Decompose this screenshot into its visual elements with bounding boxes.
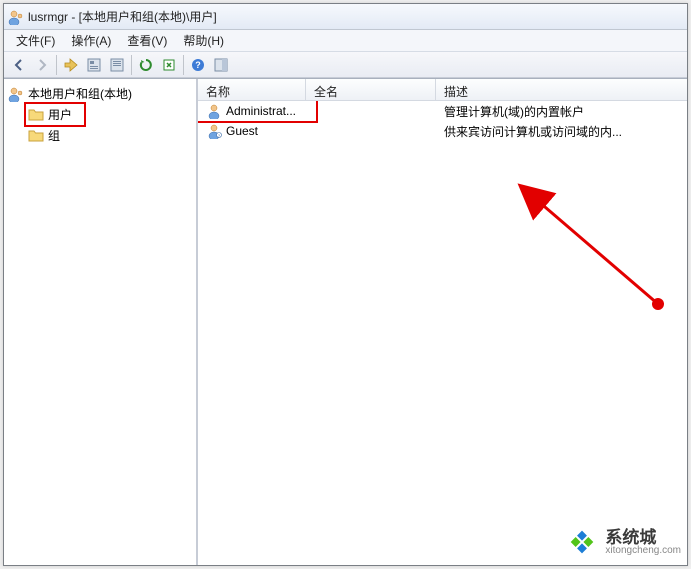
toolbar: ?: [4, 52, 687, 78]
toolbar-separator: [131, 55, 132, 75]
toolbar-separator: [183, 55, 184, 75]
tree-pane: 本地用户和组(本地) 用户 组: [4, 79, 198, 565]
tree-groups-label: 组: [48, 127, 60, 144]
app-icon: [8, 9, 24, 25]
tree-root[interactable]: 本地用户和组(本地): [6, 83, 194, 104]
watermark-title: 系统城: [605, 529, 681, 546]
tree-users[interactable]: 用户: [26, 104, 84, 125]
users-groups-icon: [8, 86, 24, 102]
window-title: lusrmgr - [本地用户和组(本地)\用户]: [28, 8, 681, 25]
row-name: Administrat...: [226, 104, 296, 118]
watermark: 系统城 xitongcheng.com: [565, 525, 681, 559]
forward-button[interactable]: [31, 54, 53, 76]
menu-view[interactable]: 查看(V): [119, 29, 175, 52]
watermark-icon: [565, 525, 599, 559]
column-desc[interactable]: 描述: [436, 79, 687, 100]
list-rows: Administrat... 管理计算机(域)的内置帐户 ?: [198, 101, 687, 565]
export-button[interactable]: [106, 54, 128, 76]
row-desc: 管理计算机(域)的内置帐户: [436, 101, 687, 122]
svg-text:?: ?: [195, 60, 201, 70]
properties-button[interactable]: [83, 54, 105, 76]
titlebar: lusrmgr - [本地用户和组(本地)\用户]: [4, 4, 687, 30]
menu-action[interactable]: 操作(A): [63, 29, 119, 52]
column-name[interactable]: 名称: [198, 79, 306, 100]
menu-help[interactable]: 帮助(H): [175, 29, 232, 52]
tree-users-label: 用户: [48, 106, 72, 123]
list-row[interactable]: ? Guest 供来宾访问计算机或访问域的内...: [198, 121, 687, 141]
folder-icon: [28, 107, 44, 123]
row-name: Guest: [226, 124, 258, 138]
up-button[interactable]: [60, 54, 82, 76]
refresh-button[interactable]: [135, 54, 157, 76]
row-fullname: [316, 109, 436, 113]
user-icon: [206, 103, 222, 119]
tree-root-label: 本地用户和组(本地): [28, 85, 132, 102]
menubar: 文件(F) 操作(A) 查看(V) 帮助(H): [4, 30, 687, 52]
list-row[interactable]: Administrat... 管理计算机(域)的内置帐户: [198, 101, 687, 121]
list-header: 名称 全名 描述: [198, 79, 687, 101]
help-button[interactable]: ?: [187, 54, 209, 76]
action-pane-button[interactable]: [210, 54, 232, 76]
main-window: lusrmgr - [本地用户和组(本地)\用户] 文件(F) 操作(A) 查看…: [3, 3, 688, 566]
user-icon: ?: [206, 123, 222, 139]
menu-file[interactable]: 文件(F): [8, 29, 63, 52]
folder-icon: [28, 128, 44, 144]
column-fullname[interactable]: 全名: [306, 79, 436, 100]
row-desc: 供来宾访问计算机或访问域的内...: [436, 121, 687, 142]
client-area: 本地用户和组(本地) 用户 组 名称 全名 描述: [4, 78, 687, 565]
watermark-url: xitongcheng.com: [605, 546, 681, 556]
back-button[interactable]: [8, 54, 30, 76]
toolbar-separator: [56, 55, 57, 75]
list-pane: 名称 全名 描述 Administrat...: [198, 79, 687, 565]
row-fullname: [306, 129, 436, 133]
tree-groups[interactable]: 组: [26, 125, 194, 146]
export-list-button[interactable]: [158, 54, 180, 76]
